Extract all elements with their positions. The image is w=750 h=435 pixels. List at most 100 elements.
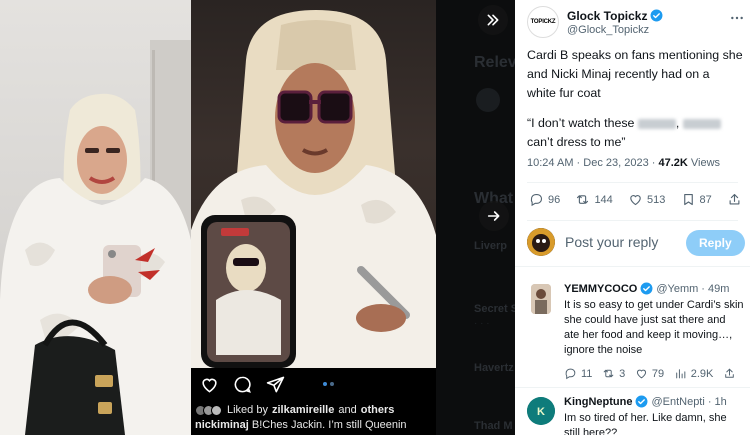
views-chart-icon <box>675 369 686 379</box>
bookmark-icon <box>683 193 693 206</box>
reply-text-line: still here?? <box>564 427 618 435</box>
verified-badge-icon <box>651 9 663 22</box>
svg-text:K: K <box>537 406 545 418</box>
post-caption: nickiminaj B!Ches Jackin. I’m still Quee… <box>195 419 407 431</box>
repost-action[interactable]: 144 <box>575 192 613 207</box>
reply-item: YEMMYCOCO @Yemm · 49m It is so easy to g… <box>527 282 749 380</box>
author-name[interactable]: Glock Topickz <box>567 9 647 23</box>
instagram-actions <box>200 375 285 394</box>
reply-author-name[interactable]: YEMMYCOCO <box>564 283 637 295</box>
tweet-author: TOPICKZ Glock Topickz @Glock_Topickz <box>527 6 663 38</box>
verified-badge-icon <box>635 395 648 408</box>
background-heading-relevant: Relev <box>474 54 515 71</box>
reply-text-line: Im so tired of her. Like damn, she <box>564 412 727 424</box>
reply-avatar-image <box>531 284 551 314</box>
bookmark-count: 87 <box>699 193 712 206</box>
author-avatar[interactable]: TOPICKZ <box>527 6 559 38</box>
reply-action[interactable]: 11 <box>564 367 592 380</box>
caption-text: B!Ches Jackin. I’m still Queenin <box>251 419 407 431</box>
reply-author-handle[interactable]: @EntNepti <box>651 396 704 408</box>
liked-user[interactable]: zilkamireille <box>272 404 334 416</box>
background-trend-meta: · · · <box>474 318 490 329</box>
quote-comma: , <box>675 116 680 130</box>
liked-avatar <box>211 404 222 416</box>
reply-text-line: she could have just sat there and <box>564 314 726 326</box>
reply-text-line: ignore the noise <box>564 344 643 356</box>
reply-text-line: ate her food and keep it moving…, <box>564 329 733 341</box>
repost-icon <box>577 195 589 204</box>
reply-icon <box>565 368 576 380</box>
reply-header: KingNeptune @EntNepti · 1h <box>564 395 749 408</box>
tweet-timestamp[interactable]: 10:24 AM · Dec 23, 2023 · <box>527 157 655 169</box>
repost-action[interactable]: 3 <box>602 367 625 380</box>
reply-button[interactable]: Reply <box>686 230 745 256</box>
reply-text: Im so tired of her. Like damn, she still… <box>564 411 749 435</box>
double-chevron-right-icon <box>487 14 499 26</box>
author-avatar-logo: TOPICKZ <box>530 19 556 25</box>
background-trend: Liverp <box>474 240 508 252</box>
views-action[interactable]: 2.9K <box>674 367 714 380</box>
collapse-panel-button[interactable] <box>478 5 508 35</box>
tweet-text-line: white fur coat <box>527 86 601 100</box>
more-options-icon[interactable] <box>729 10 745 26</box>
tweet-quote-line: can’t dress to me” <box>527 135 626 149</box>
reply-avatar-image: K <box>527 397 555 425</box>
divider <box>515 387 750 388</box>
liked-by-line: Liked by zilkamireille and others <box>195 404 394 416</box>
reply-avatar[interactable]: K <box>527 397 555 425</box>
share-icon <box>729 193 740 205</box>
carousel-dot <box>330 382 334 386</box>
arrow-right-icon <box>487 211 500 221</box>
author-handle[interactable]: @Glock_Topickz <box>567 24 663 36</box>
reply-icon <box>530 193 543 207</box>
reply-item: K KingNeptune @EntNepti · 1h Im so tired… <box>527 395 749 435</box>
reply-header: YEMMYCOCO @Yemm · 49m <box>564 282 749 295</box>
next-media-button[interactable] <box>479 201 509 231</box>
heart-icon <box>636 369 646 379</box>
background-trend: Havertz <box>474 362 514 374</box>
reply-count: 96 <box>548 193 561 206</box>
media-viewer: Relev What Liverp Secret S · · · Havertz… <box>0 0 515 435</box>
tweet-actions: 96 144 513 87 <box>529 192 742 207</box>
current-user-avatar[interactable] <box>527 228 555 256</box>
tweet-text-line: and Nicki Minaj recently had on a <box>527 67 710 81</box>
carousel-indicator <box>323 382 334 386</box>
liked-and: and <box>338 404 357 416</box>
like-count: 513 <box>646 193 666 206</box>
author-names: Glock Topickz @Glock_Topickz <box>567 9 663 36</box>
reply-text-line: It is so easy to get under Cardi’s skin <box>564 299 744 311</box>
verified-badge-icon <box>640 282 653 295</box>
liked-avatars <box>195 404 222 416</box>
tweet-panel: TOPICKZ Glock Topickz @Glock_Topickz Car… <box>515 0 750 435</box>
bookmark-action[interactable]: 87 <box>681 192 712 207</box>
divider <box>527 182 738 183</box>
comment-icon[interactable] <box>233 375 252 394</box>
reply-time[interactable]: · 49m <box>701 283 729 295</box>
censored-word <box>637 118 676 129</box>
tweet-text-line: Cardi B speaks on fans mentioning she <box>527 48 743 62</box>
photo-cardi-b-illustration <box>0 40 191 435</box>
liked-others[interactable]: others <box>361 404 395 416</box>
reply-count: 11 <box>581 367 593 380</box>
divider <box>515 266 750 267</box>
reply-author-name[interactable]: KingNeptune <box>564 396 632 408</box>
send-icon[interactable] <box>266 375 285 394</box>
tweet-meta: 10:24 AM · Dec 23, 2023 · 47.2K Views <box>527 157 720 169</box>
like-action[interactable]: 79 <box>635 367 664 380</box>
reply-action[interactable]: 96 <box>529 192 560 207</box>
reply-input[interactable]: Post your reply <box>565 234 658 250</box>
share-action[interactable] <box>727 192 742 207</box>
heart-icon[interactable] <box>200 375 219 394</box>
photo-cardi-b <box>0 0 191 435</box>
tweet-views-count: 47.2K <box>658 157 688 169</box>
reply-avatar[interactable] <box>531 284 551 314</box>
reply-time[interactable]: · 1h <box>708 396 727 408</box>
reply-text: It is so easy to get under Cardi’s skin … <box>564 298 749 358</box>
divider <box>527 220 738 221</box>
caption-username[interactable]: nickiminaj <box>195 419 249 431</box>
photo-nicki-minaj <box>191 0 436 368</box>
like-action[interactable]: 513 <box>628 192 665 207</box>
share-action[interactable] <box>723 367 736 380</box>
views-count: 2.9K <box>690 367 714 380</box>
reply-author-handle[interactable]: @Yemm <box>656 283 698 295</box>
